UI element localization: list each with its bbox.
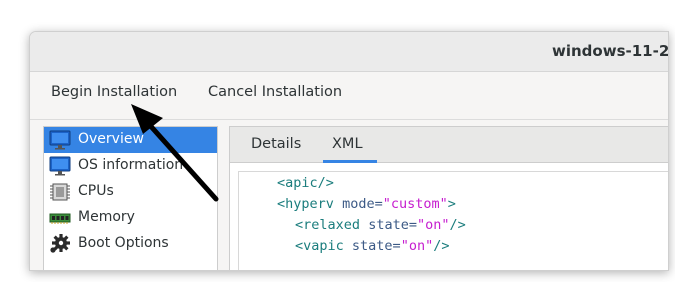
app-window: windows-11-2 Begin Installation Cancel I…	[29, 31, 669, 271]
title-bar: windows-11-2	[30, 32, 668, 72]
sidebar-item-memory[interactable]: Memory	[44, 205, 217, 231]
code-line: <vapic state="on"/>	[295, 238, 450, 254]
sidebar: Overview OS information CPUs Memory Boot…	[43, 126, 218, 270]
cancel-installation-button[interactable]: Cancel Installation	[208, 84, 342, 100]
monitor-icon	[49, 156, 71, 176]
tab-bar: Details XML	[230, 127, 668, 163]
gear-icon	[50, 234, 70, 253]
code-line: <relaxed state="on"/>	[295, 217, 466, 233]
code-line: <apic/>	[277, 175, 334, 191]
tab-label: Details	[251, 136, 302, 152]
code-line: <hyperv mode="custom">	[277, 196, 456, 212]
sidebar-item-label: Overview	[78, 131, 144, 147]
memory-icon	[49, 213, 71, 224]
action-bar: Begin Installation Cancel Installation	[30, 72, 668, 120]
window-title: windows-11-2	[552, 42, 669, 60]
active-tab-indicator	[323, 160, 377, 163]
sidebar-item-cpus[interactable]: CPUs	[44, 179, 217, 205]
cpu-icon	[50, 183, 70, 201]
sidebar-item-label: OS information	[78, 157, 184, 173]
sidebar-item-label: Memory	[78, 209, 135, 225]
tab-details[interactable]: Details	[251, 127, 311, 163]
sidebar-item-boot-options[interactable]: Boot Options	[44, 231, 217, 257]
monitor-icon	[49, 130, 71, 150]
sidebar-item-overview[interactable]: Overview	[44, 127, 217, 153]
sidebar-item-label: Boot Options	[78, 235, 169, 251]
tab-label: XML	[332, 136, 363, 152]
begin-installation-button[interactable]: Begin Installation	[51, 84, 177, 100]
xml-editor[interactable]: <apic/> <hyperv mode="custom"> <relaxed …	[238, 171, 668, 270]
sidebar-item-os-information[interactable]: OS information	[44, 153, 217, 179]
tab-xml[interactable]: XML	[323, 127, 377, 163]
sidebar-item-label: CPUs	[78, 183, 114, 199]
details-panel: Details XML <apic/> <hyperv mode="custom…	[229, 126, 668, 270]
